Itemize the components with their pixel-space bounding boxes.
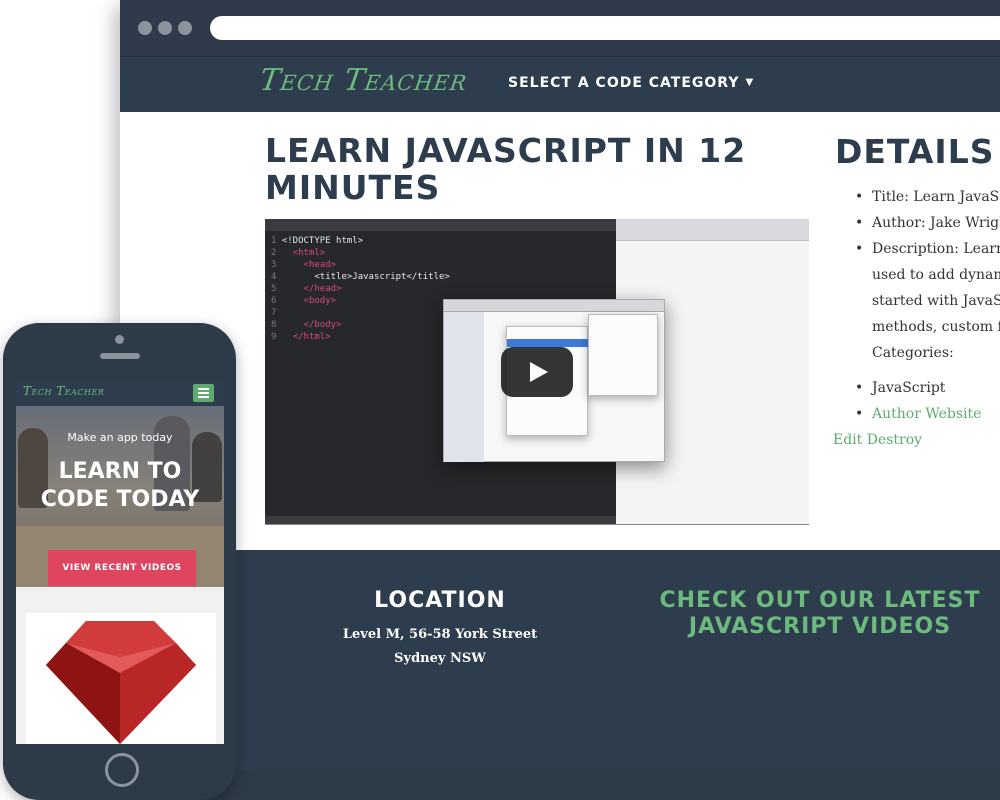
speaker-grille [100, 353, 140, 359]
phone-mockup: Tech Teacher Make an app today LEARN TO … [3, 323, 236, 800]
language-card[interactable] [26, 613, 216, 744]
detail-description-line: started with JavaSc [872, 293, 1000, 309]
window-dot [178, 21, 192, 35]
address-line: Level M, 56-58 York Street [342, 627, 538, 642]
code-line: <!DOCTYPE html> [281, 236, 364, 246]
window-dot [138, 21, 152, 35]
code-line: <title>Javascript</title> [314, 272, 450, 282]
location-heading: LOCATION [374, 588, 506, 613]
latest-videos-heading[interactable]: CHECK OUT OUR LATEST JAVASCRIPT VIDEOS [650, 588, 990, 640]
page-title: LEARN JAVASCRIPT IN 12 MINUTES [265, 131, 747, 207]
author-website-link[interactable]: Author Website [872, 406, 981, 422]
code-line: <html> [292, 248, 326, 258]
detail-description-item: Description: Learn t [855, 236, 1000, 262]
latest-videos-line: JAVASCRIPT VIDEOS [688, 614, 952, 639]
view-recent-videos-button[interactable]: VIEW RECENT VIDEOS [48, 550, 196, 586]
detail-author-item: Author: Jake Wright [855, 210, 1000, 236]
edit-destroy-links[interactable]: Edit Destroy [833, 432, 922, 448]
phone-screen: Tech Teacher Make an app today LEARN TO … [16, 381, 224, 744]
hamburger-menu-icon[interactable] [193, 384, 214, 402]
category-item: JavaScript [855, 375, 1000, 401]
detail-categories-label: Categories: [872, 345, 954, 361]
site-footer: LOCATION Level M, 56-58 York Street Sydn… [120, 550, 1000, 770]
mobile-hero: Make an app today LEARN TO CODE TODAY VI… [16, 406, 224, 587]
details-heading: DETAILS [835, 132, 995, 171]
detail-description-line: methods, custom fu [872, 319, 1000, 335]
site-navbar: Tech Teacher SELECT A CODE CATEGORY ▼ [120, 56, 1000, 112]
code-line: </body> [303, 320, 342, 330]
details-list: Title: Learn JavaScr Author: Jake Wright… [855, 184, 1000, 427]
hero-subtitle: Make an app today [67, 431, 173, 444]
ruby-gem-icon [46, 621, 196, 744]
code-line: <head> [303, 260, 337, 270]
latest-videos-line: CHECK OUT OUR LATEST [659, 588, 981, 613]
chevron-down-icon: ▼ [745, 77, 755, 88]
desktop-browser-mockup: Tech Teacher SELECT A CODE CATEGORY ▼ LEA… [120, 0, 1000, 800]
play-icon[interactable] [501, 347, 573, 397]
hero-headline-line: LEARN TO [58, 459, 182, 484]
browser-chrome [120, 0, 1000, 56]
window-dot [158, 21, 172, 35]
mobile-navbar: Tech Teacher [16, 381, 224, 406]
site-logo[interactable]: Tech Teacher [258, 63, 470, 98]
detail-title-item: Title: Learn JavaScr [855, 184, 1000, 210]
code-snippet: 1 <!DOCTYPE html> 2 <html> 3 <head> 4 <t… [271, 236, 450, 342]
home-button[interactable] [105, 753, 139, 787]
main-content: LEARN JAVASCRIPT IN 12 MINUTES 1 <!DOCTY… [120, 112, 1000, 550]
address-line: Sydney NSW [394, 651, 486, 666]
mobile-logo[interactable]: Tech Teacher [23, 384, 104, 398]
camera-icon [115, 335, 124, 344]
code-category-dropdown[interactable]: SELECT A CODE CATEGORY ▼ [508, 75, 754, 91]
author-website-item: Author Website [855, 401, 1000, 427]
code-line: <body> [303, 296, 337, 306]
address-bar[interactable] [210, 16, 1000, 40]
hero-headline: LEARN TO CODE TODAY [16, 458, 224, 514]
code-line: </head> [303, 284, 342, 294]
hero-headline-line: CODE TODAY [40, 487, 200, 512]
code-category-label: SELECT A CODE CATEGORY [508, 75, 740, 91]
code-line: </html> [292, 332, 331, 342]
video-player[interactable]: 1 <!DOCTYPE html> 2 <html> 3 <head> 4 <t… [265, 219, 809, 525]
detail-description-line: used to add dynami [872, 267, 1000, 283]
